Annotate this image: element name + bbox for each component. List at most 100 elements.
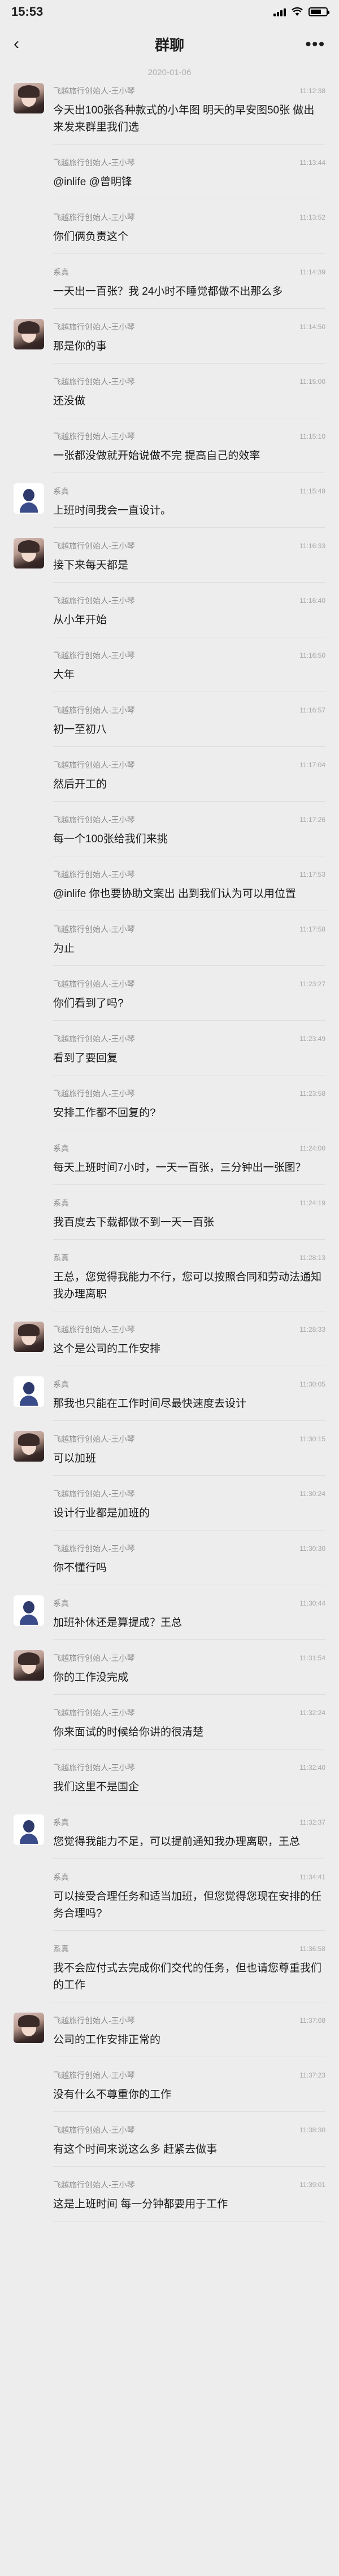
message-item[interactable]: 系真 11:30:05 那我也只能在工作时间尽最快速度去设计	[14, 1376, 325, 1421]
message-item[interactable]: 飞越旅行创始人-王小琴 11:17:04 然后开工的	[14, 757, 325, 802]
message-text[interactable]: 您觉得我能力不足，可以提前通知我办理离职，王总	[53, 1834, 325, 1851]
message-item[interactable]: 系真 11:14:39 一天出一百张？我 24小时不睡觉都做不出那么多	[14, 264, 325, 309]
message-text[interactable]: 你的工作没完成	[53, 1669, 325, 1686]
message-item[interactable]: 飞越旅行创始人-王小琴 11:23:58 安排工作都不回复的?	[14, 1086, 325, 1130]
message-text[interactable]: 加班补休还是算提成？王总	[53, 1615, 325, 1632]
message-text[interactable]: 这是上班时间 每一分钟都要用于工作	[53, 2196, 325, 2213]
message-meta: 飞越旅行创始人-王小琴 11:15:10	[53, 431, 325, 442]
message-time: 11:38:30	[299, 2126, 325, 2134]
message-text[interactable]: 每天上班时间7小时，一天一百张，三分钟出一张图？	[53, 1160, 325, 1177]
message-item[interactable]: 飞越旅行创始人-王小琴 11:28:33 这个是公司的工作安排	[14, 1322, 325, 1366]
message-text[interactable]: 那我也只能在工作时间尽最快速度去设计	[53, 1396, 325, 1412]
chat-list[interactable]: 飞越旅行创始人-王小琴 11:12:38 今天出100张各种款式的小年图 明天的早安…	[0, 83, 339, 2221]
message-item[interactable]: 飞越旅行创始人-王小琴 11:16:33 接下来每天都是	[14, 538, 325, 583]
message-text[interactable]: 安排工作都不回复的?	[53, 1105, 325, 1122]
sender-name: 飞越旅行创始人-王小琴	[53, 815, 135, 824]
message-text[interactable]: 从小年开始	[53, 612, 325, 629]
message-item[interactable]: 飞越旅行创始人-王小琴 11:17:26 每一个100张给我们来挑	[14, 812, 325, 856]
message-text[interactable]: 这个是公司的工作安排	[53, 1341, 325, 1358]
message-text[interactable]: 一张都没做就开始说做不完 提高自己的效率	[53, 448, 325, 465]
message-item[interactable]: 系真 11:36:58 我不会应付式去完成你们交代的任务，但也请您尊重我们的工作	[14, 1941, 325, 2002]
message-text[interactable]: 那是你的事	[53, 338, 325, 355]
message-item[interactable]: 飞越旅行创始人-王小琴 11:39:01 这是上班时间 每一分钟都要用于工作	[14, 2177, 325, 2221]
message-item[interactable]: 飞越旅行创始人-王小琴 11:38:30 有这个时间来说这么多 赶紧去做事	[14, 2122, 325, 2167]
message-text[interactable]: 今天出100张各种款式的小年图 明天的早安图50张 做出来发来群里我们选	[53, 102, 325, 136]
avatar-placeholder	[14, 2177, 44, 2207]
sender-name: 飞越旅行创始人-王小琴	[53, 1708, 135, 1717]
message-text[interactable]: 接下来每天都是	[53, 557, 325, 574]
avatar[interactable]	[14, 483, 44, 514]
message-item[interactable]: 飞越旅行创始人-王小琴 11:17:58 为止	[14, 921, 325, 966]
message-text[interactable]: 然后开工的	[53, 776, 325, 793]
message-item[interactable]: 飞越旅行创始人-王小琴 11:17:53 @inlife 你也要协助文案出 出到我们…	[14, 867, 325, 911]
message-item[interactable]: 飞越旅行创始人-王小琴 11:12:38 今天出100张各种款式的小年图 明天的早安…	[14, 83, 325, 145]
message-text[interactable]: 王总，您觉得我能力不行，您可以按照合同和劳动法通知我办理离职	[53, 1269, 325, 1303]
message-item[interactable]: 系真 11:30:44 加班补休还是算提成？王总	[14, 1595, 325, 1640]
avatar[interactable]	[14, 1650, 44, 1681]
avatar[interactable]	[14, 319, 44, 349]
message-item[interactable]: 飞越旅行创始人-王小琴 11:15:10 一张都没做就开始说做不完 提高自己的效率	[14, 428, 325, 473]
message-item[interactable]: 飞越旅行创始人-王小琴 11:37:08 公司的工作安排正常的	[14, 2013, 325, 2057]
back-button[interactable]: ‹	[14, 33, 36, 55]
message-divider	[53, 1475, 325, 1476]
message-item[interactable]: 飞越旅行创始人-王小琴 11:30:30 你不懂行吗	[14, 1541, 325, 1585]
message-text[interactable]: 我百度去下载都做不到一天一百张	[53, 1214, 325, 1231]
message-meta: 飞越旅行创始人-王小琴 11:38:30	[53, 2124, 325, 2136]
message-item[interactable]: 系真 11:34:41 可以接受合理任务和适当加班，但您觉得您现在安排的任务合理吗?	[14, 1869, 325, 1931]
message-item[interactable]: 飞越旅行创始人-王小琴 11:30:15 可以加班	[14, 1431, 325, 1476]
message-text[interactable]: 可以接受合理任务和适当加班，但您觉得您现在安排的任务合理吗?	[53, 1888, 325, 1922]
message-item[interactable]: 系真 11:24:19 我百度去下载都做不到一天一百张	[14, 1195, 325, 1240]
message-item[interactable]: 系真 11:28:13 王总，您觉得我能力不行，您可以按照合同和劳动法通知我办理离职	[14, 1250, 325, 1311]
message-item[interactable]: 飞越旅行创始人-王小琴 11:14:50 那是你的事	[14, 319, 325, 364]
message-text[interactable]: 你来面试的时候给你讲的很清楚	[53, 1724, 325, 1741]
message-item[interactable]: 系真 11:32:37 您觉得我能力不足，可以提前通知我办理离职，王总	[14, 1814, 325, 1859]
message-text[interactable]: 上班时间我会一直设计。	[53, 502, 325, 519]
message-text[interactable]: 还没做	[53, 393, 325, 410]
message-item[interactable]: 系真 11:15:48 上班时间我会一直设计。	[14, 483, 325, 528]
avatar[interactable]	[14, 1595, 44, 1626]
message-item[interactable]: 飞越旅行创始人-王小琴 11:16:40 从小年开始	[14, 593, 325, 637]
message-item[interactable]: 飞越旅行创始人-王小琴 11:13:44 @inlife @曾明锋	[14, 155, 325, 199]
message-text[interactable]: 我不会应付式去完成你们交代的任务，但也请您尊重我们的工作	[53, 1960, 325, 1994]
avatar[interactable]	[14, 2013, 44, 2043]
message-time: 11:37:08	[299, 2017, 325, 2024]
message-text[interactable]: 初一至初八	[53, 721, 325, 738]
message-text[interactable]: 有这个时间来说这么多 赶紧去做事	[53, 2141, 325, 2158]
message-text[interactable]: 可以加班	[53, 1450, 325, 1467]
message-item[interactable]: 飞越旅行创始人-王小琴 11:37:23 没有什么不尊重你的工作	[14, 2067, 325, 2112]
message-text[interactable]: 为止	[53, 941, 325, 957]
message-item[interactable]: 飞越旅行创始人-王小琴 11:15:00 还没做	[14, 374, 325, 418]
message-text[interactable]: 设计行业都是加班的	[53, 1505, 325, 1522]
message-item[interactable]: 飞越旅行创始人-王小琴 11:23:49 看到了要回复	[14, 1031, 325, 1075]
avatar[interactable]	[14, 83, 44, 113]
message-item[interactable]: 飞越旅行创始人-王小琴 11:16:50 大年	[14, 648, 325, 692]
message-item[interactable]: 飞越旅行创始人-王小琴 11:13:52 你们俩负责这个	[14, 209, 325, 254]
message-item[interactable]: 飞越旅行创始人-王小琴 11:16:57 初一至初八	[14, 702, 325, 747]
message-text[interactable]: 大年	[53, 667, 325, 684]
message-item[interactable]: 飞越旅行创始人-王小琴 11:31:54 你的工作没完成	[14, 1650, 325, 1695]
message-item[interactable]: 飞越旅行创始人-王小琴 11:23:27 你们看到了吗?	[14, 976, 325, 1021]
avatar[interactable]	[14, 1376, 44, 1407]
avatar-placeholder	[14, 1869, 44, 1900]
message-text[interactable]: @inlife @曾明锋	[53, 174, 325, 191]
more-options-button[interactable]: •••	[306, 35, 325, 53]
avatar-placeholder	[14, 812, 44, 842]
message-text[interactable]: 公司的工作安排正常的	[53, 2032, 325, 2049]
avatar[interactable]	[14, 1814, 44, 1845]
message-text[interactable]: 看到了要回复	[53, 1050, 325, 1067]
message-text[interactable]: 我们这里不是国企	[53, 1779, 325, 1796]
message-item[interactable]: 飞越旅行创始人-王小琴 11:32:40 我们这里不是国企	[14, 1760, 325, 1804]
message-item[interactable]: 飞越旅行创始人-王小琴 11:32:24 你来面试的时候给你讲的很清楚	[14, 1705, 325, 1750]
avatar[interactable]	[14, 538, 44, 568]
message-text[interactable]: 没有什么不尊重你的工作	[53, 2087, 325, 2103]
message-text[interactable]: 你们看到了吗?	[53, 995, 325, 1012]
message-text[interactable]: 每一个100张给我们来挑	[53, 831, 325, 848]
message-text[interactable]: 一天出一百张？我 24小时不睡觉都做不出那么多	[53, 283, 325, 300]
message-text[interactable]: 你们俩负责这个	[53, 229, 325, 246]
message-item[interactable]: 系真 11:24:00 每天上班时间7小时，一天一百张，三分钟出一张图？	[14, 1140, 325, 1185]
message-text[interactable]: 你不懂行吗	[53, 1560, 325, 1577]
avatar[interactable]	[14, 1322, 44, 1352]
message-item[interactable]: 飞越旅行创始人-王小琴 11:30:24 设计行业都是加班的	[14, 1486, 325, 1530]
avatar[interactable]	[14, 1431, 44, 1462]
message-text[interactable]: @inlife 你也要协助文案出 出到我们认为可以用位置	[53, 886, 325, 903]
